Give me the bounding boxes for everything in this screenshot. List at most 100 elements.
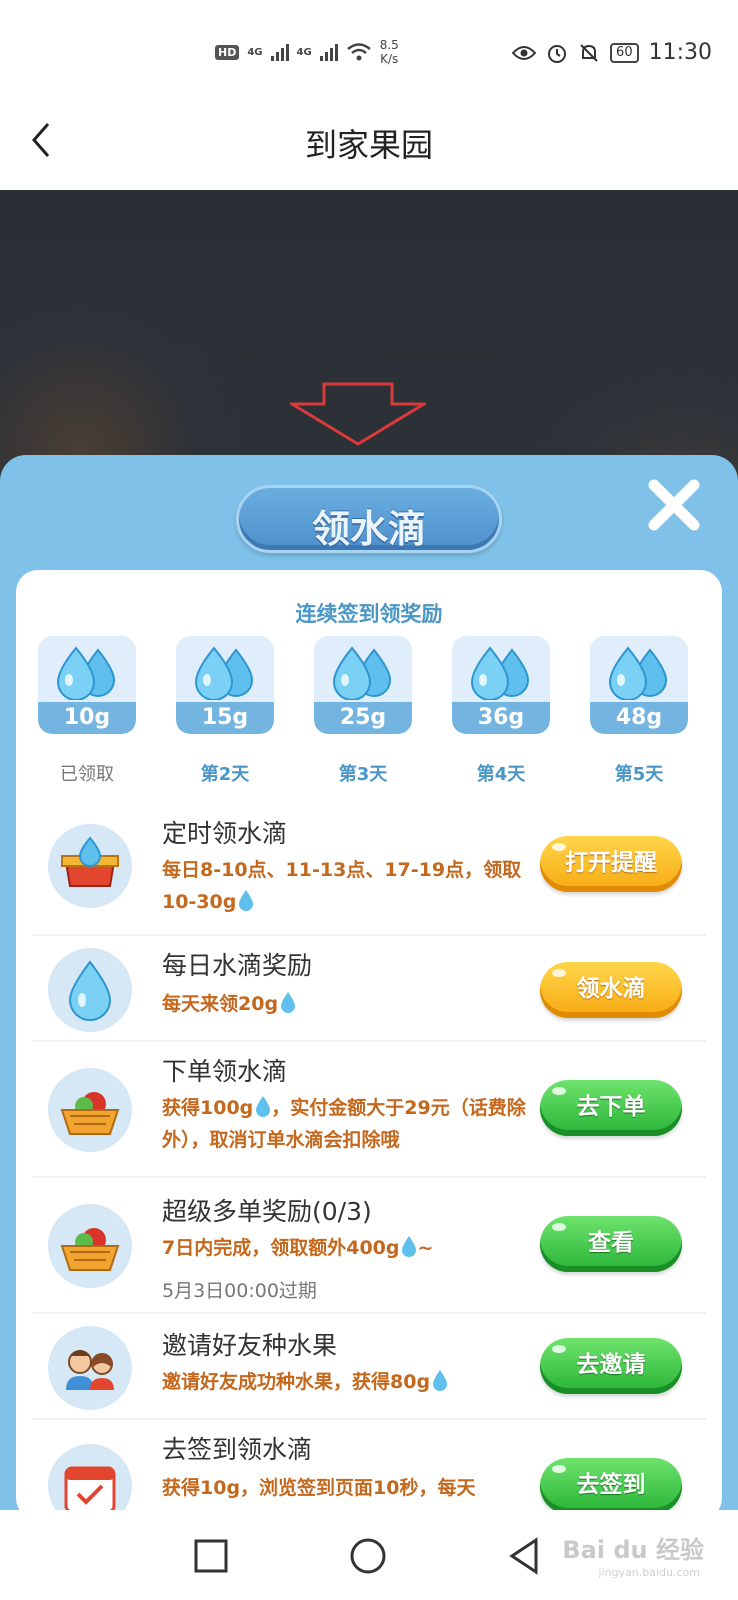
task-desc-text-b: ~: [417, 1237, 434, 1259]
alarm-icon: [548, 44, 567, 63]
hd-badge: HD: [215, 44, 240, 60]
button-label: 领水滴: [576, 976, 646, 1002]
day-label: 第2天: [200, 764, 250, 785]
water-drops-icon: [608, 646, 668, 700]
panel-title-pill: 领水滴: [236, 485, 502, 553]
button-label: 打开提醒: [565, 850, 657, 876]
checkin-day-4[interactable]: 36g 第4天: [452, 636, 550, 786]
button-label: 查看: [588, 1230, 634, 1256]
watermark-logo: Bai du 经验: [562, 1536, 704, 1564]
home-button[interactable]: [346, 1534, 390, 1578]
speed-unit: K/s: [380, 52, 399, 66]
water-drop-icon: [281, 992, 296, 1013]
task-title: 去签到领水滴: [162, 1435, 313, 1464]
water-drop-icon: [239, 890, 254, 911]
network-type-2: 4G: [296, 46, 312, 58]
treasure-chest-icon: [48, 824, 132, 908]
close-icon: [648, 479, 700, 531]
task-desc-text: 邀请好友成功种水果，获得80g: [162, 1371, 431, 1393]
task-title: 下单领水滴: [162, 1057, 288, 1086]
task-desc-text: 每天来领20g: [162, 993, 279, 1015]
day-label: 第5天: [614, 764, 664, 785]
water-drop-icon: [256, 1096, 271, 1117]
day-label: 第3天: [338, 764, 388, 785]
clock: 11:30: [648, 40, 712, 65]
button-label: 去邀请: [576, 1352, 646, 1378]
speed-value: 8.5: [379, 38, 399, 52]
reward-card: 连续签到领奖励 10g 已领取 15g 第2天 25g 第3天 36g 第4天 …: [16, 570, 722, 1520]
recents-button[interactable]: [189, 1534, 233, 1578]
checkin-button[interactable]: 去签到: [540, 1458, 682, 1514]
water-drops-icon: [194, 646, 254, 700]
system-nav-bar: Bai du 经验 jingyan.baidu.com: [0, 1510, 738, 1600]
task-item-daily-reward: 每日水滴奖励 每天来领20g 领水滴: [32, 936, 706, 1042]
status-right: 60 11:30: [512, 40, 712, 65]
triangle-back-icon: [509, 1537, 538, 1575]
open-reminder-button[interactable]: 打开提醒: [540, 836, 682, 892]
checkin-day-3[interactable]: 25g 第3天: [314, 636, 412, 786]
water-drop-icon: [48, 948, 132, 1032]
water-drop-icon: [402, 1236, 417, 1257]
collect-drops-button[interactable]: 领水滴: [540, 962, 682, 1018]
square-icon: [194, 1539, 228, 1573]
wifi-icon: [346, 43, 371, 61]
close-button[interactable]: [646, 477, 702, 533]
day-amount: 15g: [176, 702, 274, 734]
task-item-checkin: 去签到领水滴 获得10g，浏览签到页面10秒，每天 去签到: [32, 1420, 706, 1520]
water-drops-icon: [470, 646, 530, 700]
status-bar: HD 4G 4G 8.5 K/s 60 11:30: [0, 0, 738, 100]
day-amount: 48g: [590, 702, 688, 734]
network-speed: 8.5 K/s: [380, 38, 399, 66]
task-item-multi-order: 超级多单奖励(0/3) 7日内完成，领取额外400g ~ 5月3日00:00过期 …: [32, 1178, 706, 1314]
expiry-text: 5月3日00:00过期: [162, 1280, 317, 1302]
title-bar: 到家果园: [0, 100, 738, 190]
task-title: 邀请好友种水果: [162, 1331, 338, 1360]
task-title: 超级多单奖励(0/3): [162, 1197, 372, 1226]
day-label: 已领取: [60, 764, 114, 785]
day-box: 36g: [452, 636, 550, 734]
circle-icon: [350, 1538, 386, 1574]
place-order-button[interactable]: 去下单: [540, 1080, 682, 1136]
eye-icon: [512, 45, 537, 60]
task-description: 每天来领20g: [162, 988, 532, 1020]
day-box: 48g: [590, 636, 688, 734]
calendar-icon: [48, 1444, 132, 1520]
task-title: 每日水滴奖励: [162, 951, 313, 980]
water-drops-icon: [332, 646, 392, 700]
task-description: 7日内完成，领取额外400g ~: [162, 1232, 532, 1264]
fruit-basket-icon: [48, 1204, 132, 1288]
checkin-day-1[interactable]: 10g 已领取: [38, 636, 136, 786]
invite-button[interactable]: 去邀请: [540, 1338, 682, 1394]
signal-icon: [319, 43, 338, 61]
task-item-timed-drops: 定时领水滴 每日8-10点、11-13点、17-19点，领取10-30g 打开提…: [32, 800, 706, 936]
button-label: 去签到: [576, 1472, 646, 1498]
task-description: 获得100g ，实付金额大于29元（话费除外），取消订单水滴会扣除哦: [162, 1092, 532, 1156]
task-description: 获得10g，浏览签到页面10秒，每天: [162, 1477, 476, 1499]
view-button[interactable]: 查看: [540, 1216, 682, 1272]
button-label: 去下单: [576, 1094, 646, 1120]
page-title: 到家果园: [304, 126, 433, 164]
mute-bell-icon: [580, 43, 598, 62]
water-drops-icon: [56, 646, 116, 700]
network-type-1: 4G: [247, 46, 263, 58]
checkin-day-2[interactable]: 15g 第2天: [176, 636, 274, 786]
day-box: 15g: [176, 636, 274, 734]
task-desc-text-a: 7日内完成，领取额外400g: [162, 1237, 400, 1259]
task-item-order: 下单领水滴 获得100g ，实付金额大于29元（话费除外），取消订单水滴会扣除哦 …: [32, 1042, 706, 1178]
day-box: 10g: [38, 636, 136, 734]
water-drop-panel: 领水滴 连续签到领奖励 10g 已领取 15g 第2天 25g 第3天 36g …: [0, 455, 738, 1520]
fruit-basket-icon: [48, 1068, 132, 1152]
task-list: 定时领水滴 每日8-10点、11-13点、17-19点，领取10-30g 打开提…: [32, 800, 706, 1520]
task-desc-text-a: 获得100g: [162, 1097, 254, 1119]
watermark-url: jingyan.baidu.com: [598, 1566, 700, 1579]
signal-icon: [270, 43, 289, 61]
task-desc-text: 每日8-10点、11-13点、17-19点，领取10-30g: [162, 859, 522, 913]
battery-icon: 60: [610, 42, 639, 63]
day-amount: 36g: [452, 702, 550, 734]
checkin-day-5[interactable]: 48g 第5天: [590, 636, 688, 786]
task-title: 定时领水滴: [162, 819, 288, 848]
back-nav-button[interactable]: [502, 1534, 546, 1578]
water-drop-icon: [433, 1370, 448, 1391]
task-item-invite: 邀请好友种水果 邀请好友成功种水果，获得80g 去邀请: [32, 1314, 706, 1420]
task-description: 每日8-10点、11-13点、17-19点，领取10-30g: [162, 854, 532, 918]
